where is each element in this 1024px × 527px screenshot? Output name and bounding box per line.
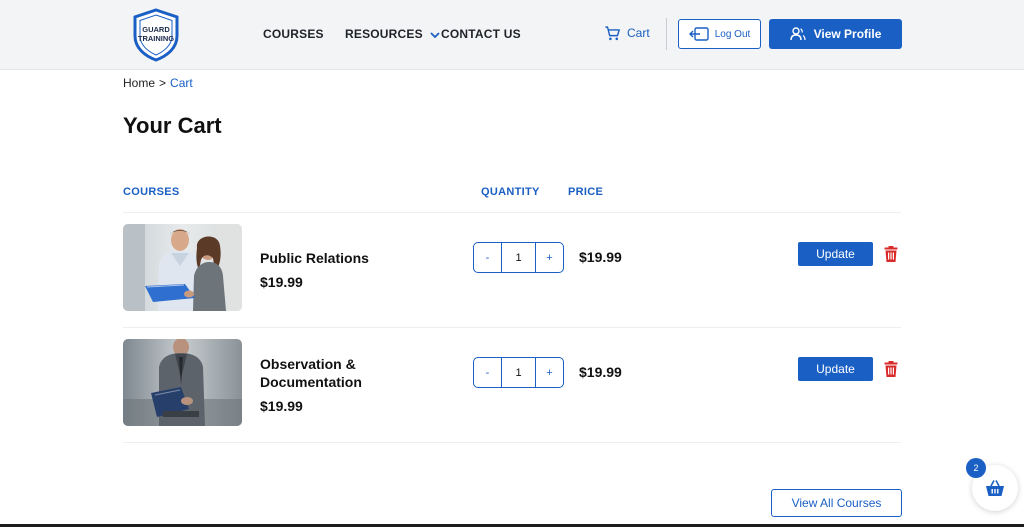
decrement-button[interactable]: - — [474, 358, 501, 387]
view-profile-label: View Profile — [813, 27, 882, 41]
logout-button[interactable]: Log Out — [678, 19, 761, 49]
update-button[interactable]: Update — [798, 357, 873, 381]
row-price: $19.99 — [579, 364, 622, 380]
guard-training-logo[interactable]: GUARD TRAINING — [131, 8, 181, 62]
course-thumbnail — [123, 224, 242, 311]
decrement-button[interactable]: - — [474, 243, 501, 272]
table-divider — [123, 212, 901, 213]
svg-text:GUARD: GUARD — [142, 25, 170, 34]
course-unit-price: $19.99 — [260, 274, 303, 290]
breadcrumb-separator: > — [159, 76, 167, 90]
update-button[interactable]: Update — [798, 242, 873, 266]
quantity-value[interactable]: 1 — [501, 243, 536, 272]
row-price: $19.99 — [579, 249, 622, 265]
cart-icon — [605, 25, 620, 40]
column-header-quantity: QUANTITY — [481, 186, 540, 198]
row-divider — [123, 442, 901, 443]
logout-label: Log Out — [714, 28, 751, 40]
trash-icon[interactable] — [884, 361, 898, 377]
nav-resources[interactable]: RESOURCES — [345, 27, 441, 42]
view-all-courses-button[interactable]: View All Courses — [771, 489, 902, 517]
course-title[interactable]: Observation & Documentation — [260, 355, 410, 391]
view-profile-button[interactable]: View Profile — [769, 19, 902, 49]
nav-contact-us[interactable]: CONTACT US — [441, 27, 521, 41]
course-thumbnail — [123, 339, 242, 426]
column-header-price: PRICE — [568, 186, 604, 198]
column-header-courses: COURSES — [123, 186, 180, 198]
course-unit-price: $19.99 — [260, 398, 303, 414]
quantity-stepper: - 1 + — [473, 242, 564, 273]
basket-icon — [986, 480, 1004, 496]
page-title: Your Cart — [123, 113, 222, 138]
user-icon — [789, 27, 806, 41]
nav-courses[interactable]: COURSES — [263, 27, 324, 41]
row-divider — [123, 327, 901, 328]
increment-button[interactable]: + — [536, 358, 563, 387]
cart-count-badge: 2 — [966, 458, 986, 478]
course-title[interactable]: Public Relations — [260, 249, 410, 267]
trash-icon[interactable] — [884, 246, 898, 262]
svg-text:TRAINING: TRAINING — [138, 34, 174, 43]
header-divider — [666, 18, 667, 50]
quantity-stepper: - 1 + — [473, 357, 564, 388]
logout-icon — [688, 27, 709, 41]
breadcrumb-home[interactable]: Home — [123, 76, 155, 90]
quantity-value[interactable]: 1 — [501, 358, 536, 387]
site-header: GUARD TRAINING COURSES RESOURCES CONTACT… — [0, 0, 1024, 70]
breadcrumb: Home > Cart — [123, 76, 193, 90]
cart-label: Cart — [627, 26, 650, 40]
breadcrumb-current[interactable]: Cart — [170, 76, 193, 90]
chevron-down-icon — [430, 28, 441, 42]
increment-button[interactable]: + — [536, 243, 563, 272]
nav-resources-label: RESOURCES — [345, 27, 423, 41]
cart-link[interactable]: Cart — [604, 24, 650, 42]
